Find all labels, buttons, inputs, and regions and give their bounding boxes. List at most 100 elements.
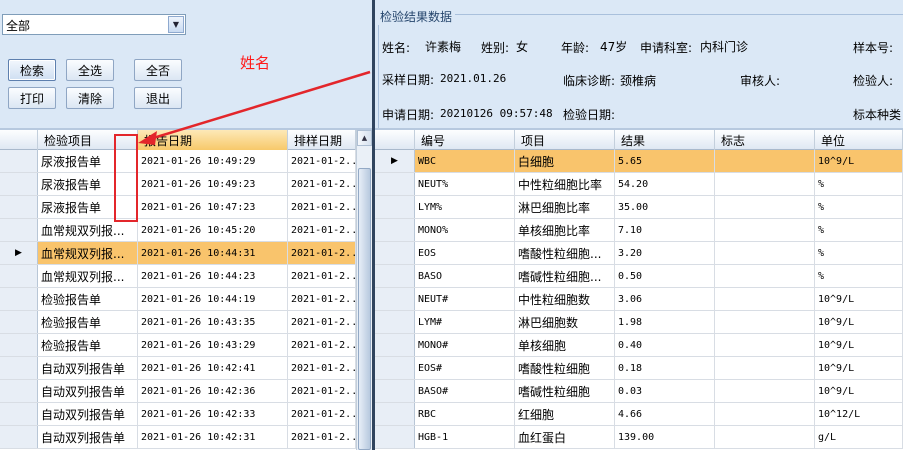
column-header-schedule-date[interactable]: 排样日期 <box>288 130 356 150</box>
row-indicator <box>0 173 38 195</box>
report-row[interactable]: 自动双列报告单2021-01-26 10:42:362021-01-2... <box>0 380 356 403</box>
cell-test-item: 自动双列报告单 <box>38 380 138 402</box>
result-row[interactable]: ▶ WBC 白细胞 5.65 10^9/L <box>375 150 903 173</box>
cell-result: 0.40 <box>615 334 715 356</box>
result-row[interactable]: NEUT# 中性粒细胞数 3.06 10^9/L <box>375 288 903 311</box>
row-indicator <box>0 357 38 379</box>
row-indicator <box>375 403 415 425</box>
cell-unit: 10^9/L <box>815 288 903 310</box>
row-indicator <box>375 219 415 241</box>
report-row[interactable]: 血常规双列报...2021-01-26 10:44:232021-01-2... <box>0 265 356 288</box>
report-row[interactable]: 尿液报告单2021-01-26 10:47:232021-01-2... <box>0 196 356 219</box>
report-row[interactable]: 自动双列报告单2021-01-26 10:42:312021-01-2... <box>0 426 356 449</box>
result-panel-title: 检验结果数据 <box>377 8 456 25</box>
report-row[interactable]: ▶血常规双列报...2021-01-26 10:44:312021-01-2..… <box>0 242 356 265</box>
cell-unit: % <box>815 242 903 264</box>
cell-schedule-date: 2021-01-2... <box>288 288 356 310</box>
cell-code: MONO% <box>415 219 515 241</box>
result-row[interactable]: HGB-1 血红蛋白 139.00 g/L <box>375 426 903 449</box>
column-header-item[interactable]: 项目 <box>515 130 615 150</box>
cell-report-date: 2021-01-26 10:47:23 <box>138 196 288 218</box>
vertical-splitter[interactable] <box>372 0 375 450</box>
cell-result: 139.00 <box>615 426 715 448</box>
result-row[interactable]: LYM# 淋巴细胞数 1.98 10^9/L <box>375 311 903 334</box>
clear-button[interactable]: 清除 <box>66 87 114 109</box>
result-row[interactable]: MONO% 单核细胞比率 7.10% <box>375 219 903 242</box>
result-grid: 编号 项目 结果 标志 单位 ▶ WBC 白细胞 5.65 10^9/L NEUT% 中性粒… <box>375 130 903 450</box>
cell-code: BASO <box>415 265 515 287</box>
column-header-unit[interactable]: 单位 <box>815 130 903 150</box>
cell-test-item: 血常规双列报... <box>38 242 138 264</box>
row-indicator <box>0 311 38 333</box>
result-row[interactable]: BASO# 嗜碱性粒细胞 0.03 10^9/L <box>375 380 903 403</box>
row-indicator-header <box>375 130 415 150</box>
cell-schedule-date: 2021-01-2... <box>288 219 356 241</box>
sex-label: 姓别: <box>481 41 510 55</box>
result-row[interactable]: NEUT% 中性粒细胞比率 54.20% <box>375 173 903 196</box>
cell-test-item: 检验报告单 <box>38 334 138 356</box>
report-row[interactable]: 自动双列报告单2021-01-26 10:42:332021-01-2... <box>0 403 356 426</box>
sex-value: 女 <box>516 40 529 54</box>
report-row[interactable]: 检验报告单2021-01-26 10:44:192021-01-2... <box>0 288 356 311</box>
column-header-report-date[interactable]: 报告日期 <box>138 130 288 150</box>
column-header-result[interactable]: 结果 <box>615 130 715 150</box>
cell-result: 35.00 <box>615 196 715 218</box>
result-row[interactable]: LYM% 淋巴细胞比率 35.00% <box>375 196 903 219</box>
result-row[interactable]: RBC 红细胞 4.66 10^12/L <box>375 403 903 426</box>
sample-no-label: 样本号: <box>853 41 894 55</box>
cell-test-item: 自动双列报告单 <box>38 403 138 425</box>
cell-code: NEUT# <box>415 288 515 310</box>
cell-item: 嗜酸性粒细胞 <box>515 357 615 379</box>
cell-code: HGB-1 <box>415 426 515 448</box>
result-row[interactable]: MONO# 单核细胞 0.40 10^9/L <box>375 334 903 357</box>
chevron-down-icon[interactable]: ▼ <box>168 16 184 33</box>
report-row[interactable]: 血常规双列报...2021-01-26 10:45:202021-01-2... <box>0 219 356 242</box>
search-button[interactable]: 检索 <box>8 59 56 81</box>
report-row[interactable]: 检验报告单2021-01-26 10:43:292021-01-2... <box>0 334 356 357</box>
cell-item: 淋巴细胞数 <box>515 311 615 333</box>
report-list-scrollbar[interactable]: ▲ <box>356 130 372 450</box>
row-indicator-header <box>0 130 38 150</box>
cell-unit: 10^9/L <box>815 334 903 356</box>
cell-flag <box>715 380 815 402</box>
annotation-highlight-box <box>114 134 138 222</box>
report-filter-select[interactable]: 全部 ▼ <box>2 14 186 35</box>
exit-button[interactable]: 退出 <box>134 87 182 109</box>
cell-result: 0.50 <box>615 265 715 287</box>
cell-test-item: 血常规双列报... <box>38 219 138 241</box>
cell-test-item: 自动双列报告单 <box>38 426 138 448</box>
cell-code: RBC <box>415 403 515 425</box>
cell-flag <box>715 219 815 241</box>
reviewer-label: 审核人: <box>740 74 781 88</box>
column-header-code[interactable]: 编号 <box>415 130 515 150</box>
column-header-flag[interactable]: 标志 <box>715 130 815 150</box>
cell-code: EOS <box>415 242 515 264</box>
select-none-button[interactable]: 全否 <box>134 59 182 81</box>
cell-schedule-date: 2021-01-2... <box>288 173 356 195</box>
diagnosis-label: 临床诊断: <box>563 74 616 88</box>
sample-date-label: 采样日期: <box>382 73 435 87</box>
report-row[interactable]: 检验报告单2021-01-26 10:43:352021-01-2... <box>0 311 356 334</box>
result-row[interactable]: BASO 嗜碱性粒细胞... 0.50% <box>375 265 903 288</box>
result-row[interactable]: EOS 嗜酸性粒细胞... 3.20% <box>375 242 903 265</box>
cell-schedule-date: 2021-01-2... <box>288 242 356 264</box>
print-button[interactable]: 打印 <box>8 87 56 109</box>
report-row[interactable]: 尿液报告单2021-01-26 10:49:232021-01-2... <box>0 173 356 196</box>
test-date-label: 检验日期: <box>563 108 616 122</box>
sample-type-label: 标本种类 <box>853 108 902 122</box>
scrollbar-thumb[interactable] <box>358 168 371 450</box>
cell-flag <box>715 334 815 356</box>
cell-result: 4.66 <box>615 403 715 425</box>
row-indicator <box>375 334 415 356</box>
report-row[interactable]: 自动双列报告单2021-01-26 10:42:412021-01-2... <box>0 357 356 380</box>
result-row[interactable]: EOS# 嗜酸性粒细胞 0.18 10^9/L <box>375 357 903 380</box>
cell-flag <box>715 426 815 448</box>
name-value: 许素梅 <box>425 40 462 54</box>
result-info-panel: 检验结果数据 姓名: 许素梅 姓别: 女 年龄: 47岁 申请科室: 内科门诊 … <box>375 0 903 154</box>
select-all-button[interactable]: 全选 <box>66 59 114 81</box>
cell-item: 嗜碱性粒细胞 <box>515 380 615 402</box>
cell-code: EOS# <box>415 357 515 379</box>
cell-code: LYM# <box>415 311 515 333</box>
scroll-up-icon[interactable]: ▲ <box>357 130 372 146</box>
report-row[interactable]: 尿液报告单2021-01-26 10:49:292021-01-2... <box>0 150 356 173</box>
